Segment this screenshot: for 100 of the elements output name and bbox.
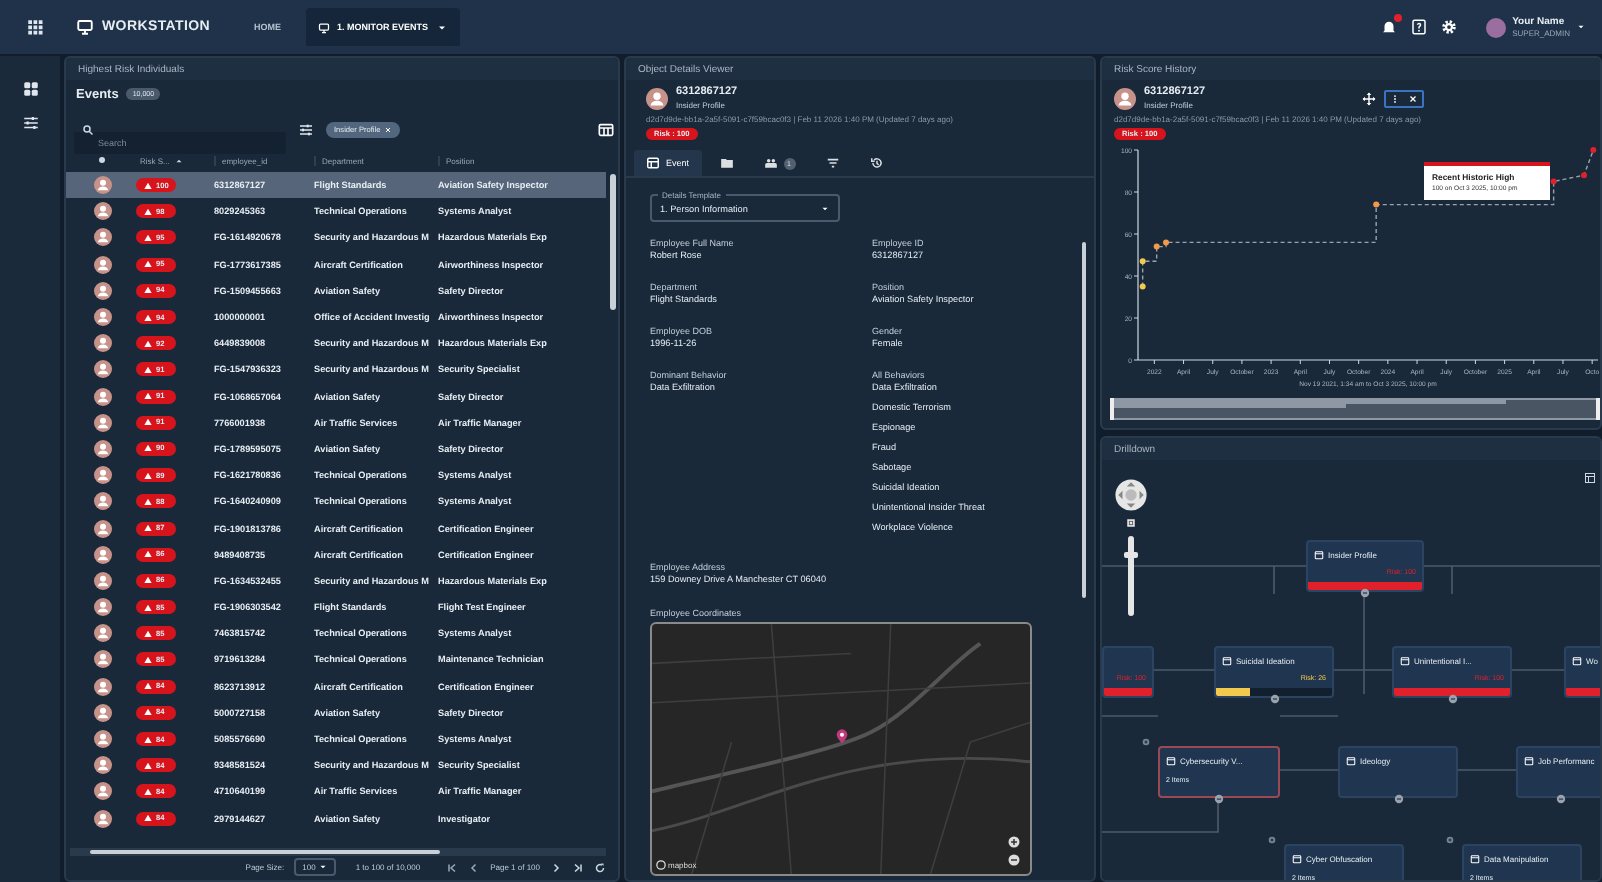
people-icon: [763, 156, 778, 170]
zoom-out-icon[interactable]: [1008, 854, 1020, 866]
warning-icon: [144, 181, 152, 190]
person-avatar-icon: [93, 598, 111, 617]
calendar-icon: [1292, 854, 1302, 864]
calendar-icon: [1400, 656, 1410, 666]
warning-icon: [144, 392, 152, 401]
calendar-icon: [1572, 656, 1582, 666]
person-avatar-icon: [93, 809, 111, 828]
person-avatar-icon: [93, 703, 111, 722]
warning-icon: [144, 603, 152, 612]
data-point[interactable]: [1139, 283, 1146, 290]
last-page-icon[interactable]: [572, 861, 584, 873]
expand-handle-icon[interactable]: [1360, 588, 1370, 598]
person-avatar-icon: [93, 571, 111, 590]
warning-icon: [144, 576, 152, 585]
close-icon: [1408, 93, 1418, 103]
person-avatar-icon: [93, 334, 111, 353]
person-avatar-icon: [93, 677, 111, 696]
expand-handle-icon[interactable]: [1269, 694, 1279, 704]
warning-icon: [144, 444, 152, 453]
expand-handle-icon[interactable]: [1214, 794, 1224, 804]
user-avatar[interactable]: [1486, 17, 1507, 37]
warning-icon: [144, 260, 152, 269]
fit-view-icon[interactable]: [1126, 518, 1136, 528]
scrollbar[interactable]: [70, 848, 606, 856]
apps-grid-icon[interactable]: [26, 18, 44, 36]
caret-icon: [820, 203, 830, 213]
warning-icon: [144, 418, 152, 427]
calendar-icon: [1524, 756, 1534, 766]
person-avatar-icon: [93, 413, 111, 432]
warning-icon: [144, 207, 152, 216]
close-icon[interactable]: [384, 126, 393, 134]
dashboard-icon[interactable]: [21, 80, 39, 98]
caret-icon[interactable]: [1576, 22, 1586, 32]
warning-icon: [144, 708, 152, 717]
person-avatar-icon: [93, 255, 111, 274]
history-icon: [869, 156, 884, 170]
data-point[interactable]: [1163, 239, 1169, 246]
zoom-in-icon[interactable]: [1008, 836, 1020, 848]
person-avatar-icon: [93, 624, 111, 643]
zoom-slider[interactable]: [1128, 536, 1134, 616]
warning-icon: [144, 814, 152, 823]
data-point[interactable]: [1373, 201, 1380, 208]
expand-handle-icon[interactable]: [1555, 794, 1565, 804]
data-point[interactable]: [1153, 243, 1160, 250]
warning-icon: [144, 365, 152, 374]
scrollbar[interactable]: [1082, 242, 1086, 598]
folder-icon: [719, 156, 734, 170]
person-avatar-icon: [93, 281, 111, 300]
warning-icon: [144, 524, 152, 533]
expand-handle-icon[interactable]: [1447, 694, 1457, 704]
data-point[interactable]: [1139, 258, 1146, 265]
warning-icon: [144, 550, 152, 559]
warning-icon: [144, 233, 152, 242]
columns-icon[interactable]: [598, 122, 614, 138]
person-avatar-icon: [1114, 87, 1136, 109]
layout-icon[interactable]: [1584, 472, 1596, 484]
caret-icon: [317, 862, 328, 872]
settings-icon[interactable]: [1440, 18, 1459, 36]
person-avatar-icon: [93, 228, 111, 247]
calendar-icon: [1346, 756, 1356, 766]
person-avatar-icon: [646, 87, 668, 109]
calendar-icon: [1166, 756, 1176, 766]
help-icon[interactable]: [1410, 18, 1429, 36]
next-page-icon[interactable]: [550, 861, 562, 873]
filter-settings-icon[interactable]: [298, 122, 314, 138]
range-navigator[interactable]: [1110, 398, 1600, 420]
previous-page-icon[interactable]: [468, 861, 481, 873]
column-menu-icon[interactable]: [98, 156, 106, 164]
first-page-icon[interactable]: [446, 861, 459, 873]
caret-icon: [435, 21, 448, 33]
pan-control-icon[interactable]: [1114, 478, 1148, 512]
connector-line: [1279, 715, 1339, 717]
refresh-icon[interactable]: [594, 861, 606, 873]
person-avatar-icon: [93, 176, 111, 195]
warning-icon: [144, 787, 152, 796]
warning-icon: [144, 655, 152, 664]
bell-icon[interactable]: [1380, 18, 1399, 36]
expand-icon[interactable]: [1268, 836, 1276, 844]
expand-icon[interactable]: [1142, 738, 1150, 746]
scrollbar[interactable]: [610, 174, 616, 310]
sliders-icon[interactable]: [21, 114, 39, 132]
warning-icon: [144, 339, 152, 348]
table-icon: [646, 156, 660, 170]
person-avatar-icon: [93, 756, 111, 775]
filter-icon: [825, 156, 840, 170]
person-avatar-icon: [93, 545, 111, 564]
move-icon[interactable]: [1362, 91, 1376, 105]
close-button[interactable]: [1404, 91, 1422, 105]
sort-arrow-icon: [173, 155, 184, 165]
person-avatar-icon: [93, 360, 111, 379]
expand-icon[interactable]: [1446, 836, 1454, 844]
person-avatar-icon: [93, 782, 111, 801]
notification-dot: [1394, 14, 1403, 22]
expand-handle-icon[interactable]: [1393, 794, 1403, 804]
person-avatar-icon: [93, 308, 111, 327]
person-avatar-icon: [93, 492, 111, 511]
person-avatar-icon: [93, 730, 111, 749]
slider-thumb[interactable]: [1124, 552, 1138, 558]
